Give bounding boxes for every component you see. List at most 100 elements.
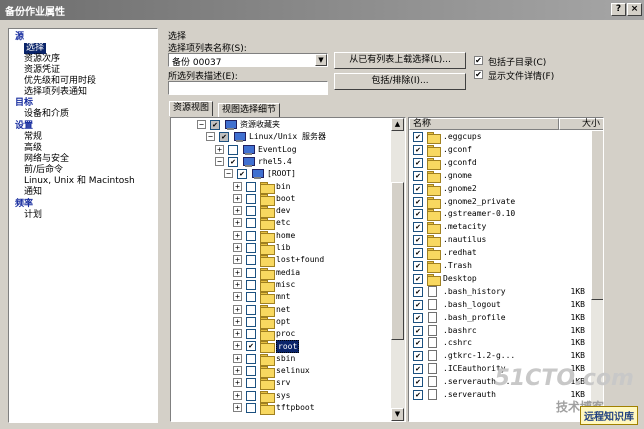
column-header-name[interactable]: 名称 [409,118,559,130]
tree-node[interactable]: − ✔ Linux/Unix 服务器 [171,131,389,143]
tree-node[interactable]: + media [171,267,389,280]
file-row[interactable]: ✔ .Trash [409,260,589,273]
collapse-icon[interactable]: − [206,132,215,142]
file-row[interactable]: ✔ .redhat [409,247,589,261]
file-row[interactable]: ✔ .gnome [409,170,589,183]
tree-node[interactable]: + home [171,230,389,243]
tab-selection-details[interactable]: 视图选择细节 [218,103,281,117]
file-checkbox[interactable]: ✔ [413,390,423,400]
file-row[interactable]: ✔ .gtkrc-1.2-g... 1KB [409,350,589,362]
expand-icon[interactable]: + [233,193,242,203]
nav-item[interactable]: 资源次序 [24,54,60,65]
desc-input[interactable] [168,81,328,95]
file-checkbox[interactable]: ✔ [413,377,423,388]
expand-icon[interactable]: + [233,243,242,252]
list-name-combo[interactable]: 备份 00037 ▼ [168,53,328,68]
file-row[interactable]: ✔ Desktop [409,273,589,286]
expand-icon[interactable]: + [233,181,242,191]
nav-item[interactable]: 常规 [24,132,42,143]
scroll-up-icon[interactable]: ▲ [391,118,404,131]
file-checkbox[interactable]: ✔ [413,144,423,155]
expand-icon[interactable]: + [233,341,242,351]
file-row[interactable]: ✔ .metacity [409,221,589,235]
file-checkbox[interactable]: ✔ [413,325,423,336]
file-row[interactable]: ✔ .gstreamer-0.10 [409,208,589,222]
file-checkbox[interactable]: ✔ [413,209,423,220]
tree-node[interactable]: + dev [171,205,389,219]
show-details-checkbox[interactable]: ✔ [474,70,483,79]
file-row[interactable]: ✔ .cshrc 1KB [409,337,589,349]
expand-icon[interactable]: + [233,292,242,302]
nav-item[interactable]: 高级 [24,143,42,154]
file-checkbox[interactable]: ✔ [413,248,423,259]
tree-checkbox[interactable] [246,366,256,376]
nav-item[interactable]: 资源凭证 [24,65,60,76]
expand-icon[interactable]: + [233,304,242,314]
tree-checkbox[interactable] [246,230,256,241]
tree-node[interactable]: + mnt [171,291,389,305]
tree-node[interactable]: − ✔ [ROOT] [171,168,389,180]
tree-node[interactable]: − ✔ 资源收藏夹 [171,119,389,131]
file-checkbox[interactable]: ✔ [413,183,423,194]
expand-icon[interactable]: + [233,378,242,388]
tree-checkbox[interactable] [246,267,256,278]
nav-item[interactable]: 通知 [24,187,42,198]
file-checkbox[interactable]: ✔ [413,235,423,246]
tree-node[interactable]: + lost+found [171,254,389,268]
nav-item[interactable]: 选择 [24,43,47,54]
tree-scrollbar[interactable]: ▲ ▼ [391,118,405,421]
nav-item[interactable]: 优先级和可用时段 [24,76,96,87]
expand-icon[interactable]: + [233,390,242,400]
expand-icon[interactable]: + [233,255,242,265]
tree-node[interactable]: + lib [171,242,389,255]
tree-node[interactable]: + net [171,304,389,317]
file-checkbox[interactable]: ✔ [413,132,423,142]
file-checkbox[interactable]: ✔ [413,351,423,362]
expand-icon[interactable]: + [233,402,242,412]
file-checkbox[interactable]: ✔ [413,261,423,271]
file-row[interactable]: ✔ .gconfd [409,157,589,170]
scroll-down-icon[interactable]: ▼ [391,408,404,421]
tree-checkbox[interactable] [246,353,256,364]
tree-checkbox[interactable]: ✔ [228,156,238,167]
tree-node[interactable]: + sbin [171,353,389,366]
file-checkbox[interactable]: ✔ [413,286,423,297]
file-checkbox[interactable]: ✔ [413,170,423,181]
file-row[interactable]: ✔ .eggcups [409,131,589,144]
tree-checkbox[interactable]: ✔ [210,120,220,130]
expand-icon[interactable]: + [233,218,242,228]
nav-item[interactable]: 计划 [24,210,42,221]
tree-node[interactable]: + opt [171,316,389,329]
tree-node[interactable]: + misc [171,279,389,292]
file-row[interactable]: ✔ .gnome2_private [409,196,589,209]
chevron-down-icon[interactable]: ▼ [315,54,327,66]
nav-item[interactable]: 网络与安全 [24,154,69,165]
tree-checkbox[interactable]: ✔ [246,341,256,352]
tree-node[interactable]: − ✔ rhel5.4 [171,156,389,168]
tree-node[interactable]: + srv [171,377,389,391]
tree-checkbox[interactable] [246,316,256,327]
expand-icon[interactable]: + [233,316,242,326]
file-checkbox[interactable]: ✔ [413,157,423,168]
tree-checkbox[interactable] [246,255,256,266]
tree-checkbox[interactable]: ✔ [219,132,229,143]
tree-checkbox[interactable] [246,206,256,217]
file-checkbox[interactable]: ✔ [413,196,423,207]
tree-checkbox[interactable] [246,193,256,204]
file-row[interactable]: ✔ .bash_history 1KB [409,285,589,298]
file-checkbox[interactable]: ✔ [413,338,423,349]
tree-node[interactable]: + selinux [171,365,389,378]
collapse-icon[interactable]: − [215,156,224,166]
expand-icon[interactable]: + [233,279,242,289]
nav-item[interactable]: 设备和介质 [24,109,69,120]
tree-checkbox[interactable] [246,402,256,413]
file-checkbox[interactable]: ✔ [413,273,423,284]
tree-node[interactable]: + bin [171,181,389,194]
tree-checkbox[interactable] [228,144,238,155]
file-row[interactable]: ✔ .gconf [409,144,589,157]
tree-node[interactable]: + etc [171,217,389,231]
tree-checkbox[interactable] [246,378,256,389]
tree-checkbox[interactable] [246,279,256,290]
include-exclude-button[interactable]: 包括/排除(I)... [334,73,466,90]
tree-node[interactable]: + EventLog [171,144,389,156]
